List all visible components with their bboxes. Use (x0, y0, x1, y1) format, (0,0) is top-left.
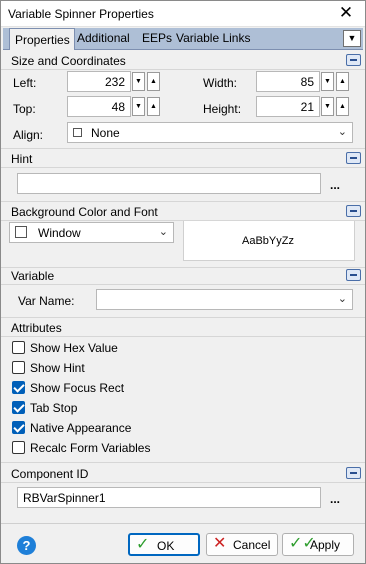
hint-input[interactable] (17, 173, 321, 194)
show-hint-checkbox[interactable] (12, 361, 25, 374)
width-spin-down[interactable]: ▼ (321, 72, 334, 91)
show-hex-value-checkbox[interactable] (12, 341, 25, 354)
divider (1, 317, 365, 318)
native-appearance-label: Native Appearance (30, 421, 132, 435)
chevron-down-icon: ⌄ (337, 126, 347, 138)
divider (1, 462, 365, 463)
background-color-value: Window (38, 226, 81, 240)
var-name-select[interactable]: ⌄ (96, 289, 353, 310)
align-label: Align: (13, 128, 44, 142)
chevron-down-icon: ⌄ (158, 226, 168, 238)
divider (1, 69, 365, 70)
show-hex-value-label: Show Hex Value (30, 341, 118, 355)
recalc-form-variables-label: Recalc Form Variables (30, 441, 151, 455)
component-section-header: Component ID (1, 467, 365, 481)
cancel-button-label: Cancel (233, 538, 271, 552)
checkmark-icon: ✓ (136, 536, 150, 553)
ok-button-label: OK (157, 539, 175, 553)
var-name-label: Var Name: (18, 294, 75, 308)
help-icon[interactable]: ? (17, 536, 36, 555)
width-input[interactable]: 85 (256, 71, 320, 92)
attributes-section-title: Attributes (11, 321, 62, 335)
left-input[interactable]: 232 (67, 71, 131, 92)
hint-section-header: Hint (1, 152, 365, 166)
divider (1, 167, 365, 168)
divider (1, 201, 365, 202)
ok-button[interactable]: ✓ OK (128, 533, 200, 556)
tab-properties[interactable]: Properties (9, 28, 75, 50)
dialog-window: Variable Spinner Properties ✕ Properties… (0, 0, 366, 564)
apply-button[interactable]: ✓✓ Apply (282, 533, 354, 556)
divider (1, 148, 365, 149)
left-label: Left: (13, 76, 37, 90)
align-select[interactable]: None ⌄ (67, 122, 353, 143)
hint-ellipsis-button[interactable]: ... (330, 178, 340, 192)
font-preview-text: AaBbYyZz (242, 235, 294, 247)
show-focus-rect-label: Show Focus Rect (30, 381, 125, 395)
title-bar: Variable Spinner Properties ✕ (1, 1, 365, 27)
divider (1, 267, 365, 268)
component-id-input[interactable]: RBVarSpinner1 (17, 487, 321, 508)
native-appearance-checkbox[interactable] (12, 421, 25, 434)
collapse-icon[interactable] (346, 269, 361, 281)
align-value: None (91, 126, 120, 140)
height-spin-up[interactable]: ▲ (336, 97, 349, 116)
component-section-title: Component ID (11, 467, 89, 481)
top-spin-down[interactable]: ▼ (132, 97, 145, 116)
tab-variable-links[interactable]: Variable Links (176, 31, 250, 45)
show-focus-rect-checkbox[interactable] (12, 381, 25, 394)
apply-button-label: Apply (310, 538, 341, 552)
background-section-title: Background Color and Font (11, 205, 158, 219)
chevron-down-icon: ⌄ (337, 293, 347, 305)
top-spin-up[interactable]: ▲ (147, 97, 160, 116)
show-hint-label: Show Hint (30, 361, 85, 375)
tab-stop-label: Tab Stop (30, 401, 78, 415)
color-swatch (15, 226, 27, 238)
top-input[interactable]: 48 (67, 96, 131, 117)
divider (1, 284, 365, 285)
divider (1, 482, 365, 483)
variable-section-title: Variable (11, 269, 55, 283)
collapse-icon[interactable] (346, 205, 361, 217)
top-label: Top: (13, 102, 36, 116)
tab-additional[interactable]: Additional (77, 31, 130, 45)
window-title: Variable Spinner Properties (8, 7, 154, 21)
close-icon[interactable]: ✕ (333, 2, 359, 24)
recalc-form-variables-checkbox[interactable] (12, 441, 25, 454)
height-input[interactable]: 21 (256, 96, 320, 117)
attributes-section-header: Attributes (1, 321, 365, 335)
tab-stop-checkbox[interactable] (12, 401, 25, 414)
align-none-icon (73, 128, 82, 137)
background-section-header: Background Color and Font (1, 205, 365, 219)
height-label: Height: (203, 102, 242, 116)
tab-eeps[interactable]: EEPs (142, 31, 172, 45)
collapse-icon[interactable] (346, 467, 361, 479)
background-color-select[interactable]: Window ⌄ (9, 222, 174, 243)
variable-section-header: Variable (1, 269, 365, 283)
tab-overflow-dropdown[interactable]: ▼ (343, 30, 361, 47)
left-spin-down[interactable]: ▼ (132, 72, 145, 91)
height-spin-down[interactable]: ▼ (321, 97, 334, 116)
collapse-icon[interactable] (346, 152, 361, 164)
width-label: Width: (203, 76, 238, 90)
size-section-header: Size and Coordinates (1, 54, 365, 68)
cancel-button[interactable]: ✕ Cancel (206, 533, 278, 556)
collapse-icon[interactable] (346, 54, 361, 66)
tab-bar: Properties Additional EEPs Variable Link… (3, 28, 363, 50)
cross-icon: ✕ (213, 535, 227, 552)
font-preview[interactable]: AaBbYyZz (183, 221, 355, 261)
footer-divider (1, 523, 365, 524)
divider (1, 336, 365, 337)
hint-section-title: Hint (11, 152, 33, 166)
left-spin-up[interactable]: ▲ (147, 72, 160, 91)
size-section-title: Size and Coordinates (11, 54, 126, 68)
width-spin-up[interactable]: ▲ (336, 72, 349, 91)
component-id-ellipsis-button[interactable]: ... (330, 492, 340, 506)
